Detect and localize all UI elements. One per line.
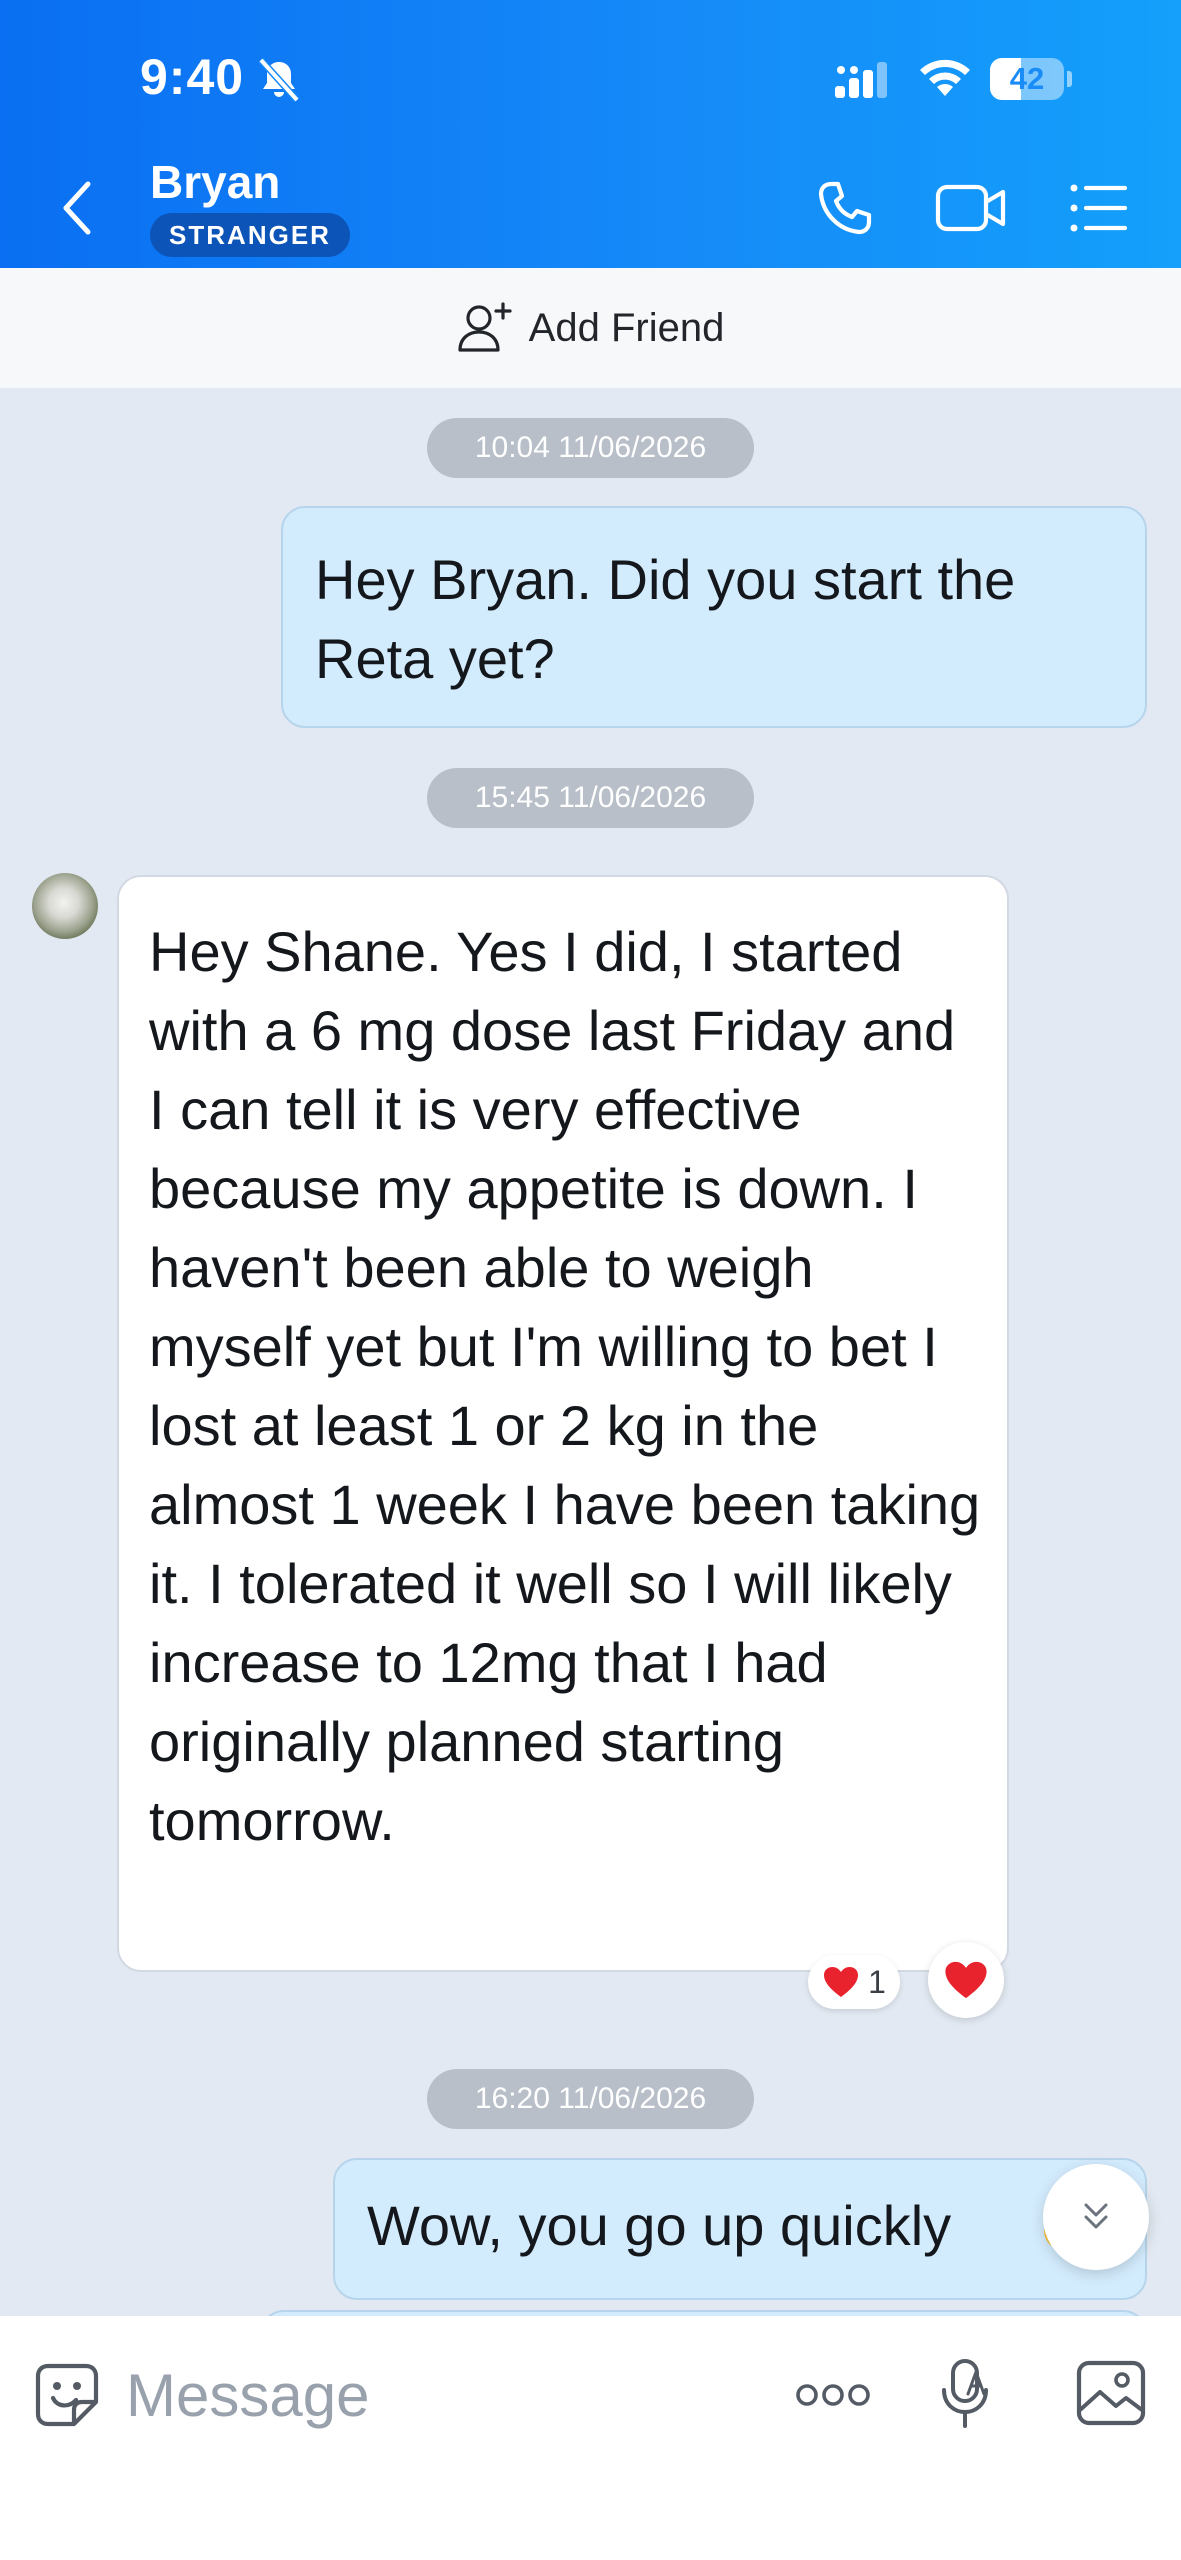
status-time: 9:40: [140, 49, 245, 105]
outgoing-message[interactable]: Hey Bryan. Did you start the Reta yet?: [281, 506, 1147, 728]
scroll-down-button[interactable]: [1043, 2164, 1149, 2270]
battery-body: 42: [990, 58, 1064, 100]
double-chevron-down-icon: [1084, 2203, 1108, 2229]
phone-icon[interactable]: [815, 178, 875, 238]
battery-cap: [1067, 71, 1072, 87]
message-timestamp: 16:20 11/06/2026: [427, 2069, 754, 2129]
battery-indicator: 42: [990, 58, 1072, 100]
cellular-signal-icon: [835, 62, 887, 98]
outgoing-message[interactable]: Wow, you go up quickly: [333, 2158, 1147, 2300]
heart-icon: [824, 1967, 859, 1997]
message-input[interactable]: [126, 2360, 746, 2430]
sticker-icon[interactable]: [34, 2362, 100, 2428]
image-icon[interactable]: [1076, 2360, 1146, 2426]
list-menu-icon[interactable]: [1068, 182, 1128, 234]
contact-name[interactable]: Bryan: [150, 155, 280, 209]
reaction-summary[interactable]: 1: [808, 1955, 900, 2009]
add-friend-label: Add Friend: [528, 305, 725, 350]
chevron-left-icon[interactable]: [56, 178, 100, 238]
reaction-count: 1: [868, 1963, 886, 2000]
voice-to-text-icon[interactable]: [938, 2358, 996, 2430]
wifi-icon: [920, 59, 970, 96]
message-timestamp: 15:45 11/06/2026: [427, 768, 754, 828]
battery-level: 42: [1009, 61, 1045, 96]
more-dots-icon[interactable]: [795, 2375, 871, 2415]
message-composer: [0, 2316, 1181, 2560]
video-camera-icon[interactable]: [935, 182, 1007, 234]
incoming-message[interactable]: Hey Shane. Yes I did, I started with a 6…: [117, 875, 1009, 1972]
stranger-badge: STRANGER: [150, 213, 350, 257]
heart-icon: [945, 1961, 987, 1999]
react-button[interactable]: [928, 1942, 1004, 2018]
chat-header: 9:40 42 Bryan STRANGER: [0, 0, 1181, 268]
message-timestamp: 10:04 11/06/2026: [427, 418, 754, 478]
add-user-icon: [458, 302, 512, 352]
bell-muted-icon: [258, 57, 300, 103]
avatar[interactable]: [32, 873, 98, 939]
add-friend-button[interactable]: Add Friend: [0, 268, 1181, 388]
